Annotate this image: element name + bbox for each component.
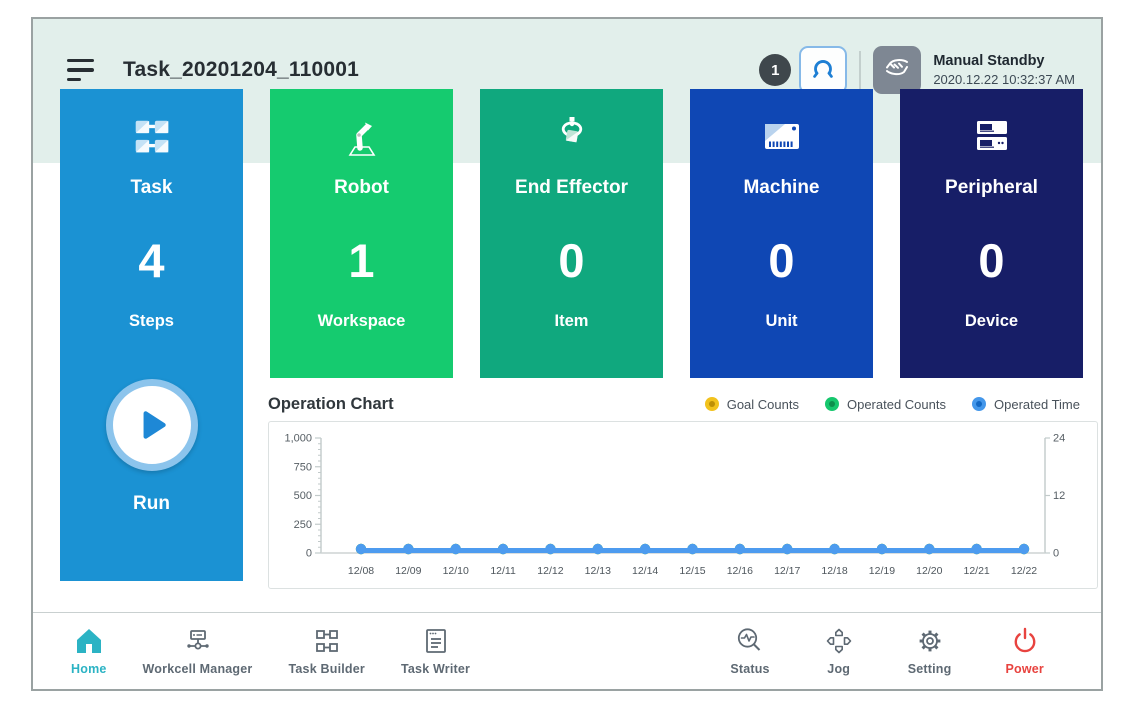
- card-count: 0: [978, 237, 1004, 284]
- card-title: Peripheral: [945, 177, 1038, 199]
- svg-text:12/10: 12/10: [443, 565, 469, 577]
- workcell-manager-icon: [183, 626, 213, 656]
- home-icon: [74, 626, 104, 656]
- gear-icon: [915, 626, 945, 656]
- svg-text:750: 750: [294, 461, 312, 473]
- svg-text:24: 24: [1053, 433, 1065, 445]
- card-unit: Workspace: [318, 312, 406, 331]
- nav-power[interactable]: Power: [1005, 626, 1044, 676]
- card-title: Robot: [334, 177, 389, 199]
- svg-text:12/15: 12/15: [679, 565, 705, 577]
- gripper-button[interactable]: [799, 46, 847, 94]
- svg-text:12/09: 12/09: [395, 565, 421, 577]
- card-task[interactable]: Task 4 Steps Run: [60, 89, 243, 581]
- card-unit: Device: [965, 312, 1018, 331]
- machine-icon: [757, 111, 807, 163]
- jog-dpad-icon: [824, 626, 854, 656]
- nav-workcell-manager[interactable]: Workcell Manager: [143, 626, 253, 676]
- run-label: Run: [133, 493, 170, 515]
- task-writer-icon: [421, 626, 451, 656]
- card-machine[interactable]: Machine 0 Unit: [690, 89, 873, 378]
- operated-counts-dot-icon: [825, 397, 839, 411]
- card-end-effector[interactable]: End Effector 0 Item: [480, 89, 663, 378]
- end-effector-gripper-icon: [547, 111, 597, 163]
- status-timestamp: 2020.12.22 10:32:37 AM: [933, 72, 1075, 88]
- svg-text:12/22: 12/22: [1011, 565, 1037, 577]
- notification-badge: 1: [759, 54, 791, 86]
- operation-chart-plot: 1,000 750 500 250 0 24 12 0 12/08 12/09 12/10 12/11…: [268, 421, 1098, 589]
- peripheral-server-icon: [967, 111, 1017, 163]
- svg-text:1,000: 1,000: [284, 433, 312, 445]
- run-button[interactable]: [106, 379, 198, 471]
- svg-text:500: 500: [294, 490, 312, 502]
- card-count: 0: [558, 237, 584, 284]
- legend-goal-counts: Goal Counts: [705, 397, 799, 412]
- card-unit: Unit: [765, 312, 797, 331]
- page-title: Task_20201204_110001: [123, 58, 359, 82]
- legend-operated-time: Operated Time: [972, 397, 1080, 412]
- card-unit: Steps: [129, 312, 174, 331]
- card-unit: Item: [555, 312, 589, 331]
- svg-text:12/16: 12/16: [727, 565, 753, 577]
- card-count: 4: [138, 237, 164, 284]
- gripper-icon: [808, 55, 838, 85]
- nav-status[interactable]: Status: [730, 626, 769, 676]
- task-steps-icon: [129, 111, 175, 163]
- power-icon: [1010, 626, 1040, 656]
- svg-text:0: 0: [1053, 548, 1059, 560]
- card-title: Task: [131, 177, 173, 199]
- nav-jog[interactable]: Jog: [824, 626, 854, 676]
- nav-task-builder[interactable]: Task Builder: [288, 626, 365, 676]
- app-window: Task_20201204_110001 1: [31, 17, 1103, 691]
- svg-text:0: 0: [306, 548, 312, 560]
- robot-arm-icon: [337, 111, 387, 163]
- goal-counts-dot-icon: [705, 397, 719, 411]
- operated-time-dot-icon: [972, 397, 986, 411]
- card-count: 0: [768, 237, 794, 284]
- chart-legend: Goal Counts Operated Counts Operated Tim…: [705, 397, 1080, 412]
- robot-mode-status: Manual Standby: [933, 52, 1075, 70]
- menu-button[interactable]: [67, 58, 97, 82]
- bottom-nav: Home Workcell Manager: [33, 612, 1101, 689]
- nav-home[interactable]: Home: [71, 626, 107, 676]
- header-divider: [859, 51, 861, 89]
- task-builder-icon: [312, 626, 342, 656]
- play-icon: [133, 406, 171, 444]
- legend-operated-counts: Operated Counts: [825, 397, 946, 412]
- svg-text:12/20: 12/20: [916, 565, 942, 577]
- svg-text:12/08: 12/08: [348, 565, 374, 577]
- hand-icon: [880, 54, 914, 86]
- svg-text:12/13: 12/13: [585, 565, 611, 577]
- svg-text:12/14: 12/14: [632, 565, 658, 577]
- svg-text:12/18: 12/18: [821, 565, 847, 577]
- manual-mode-button[interactable]: [873, 46, 921, 94]
- nav-setting[interactable]: Setting: [908, 626, 952, 676]
- chart-title: Operation Chart: [268, 395, 394, 414]
- card-robot[interactable]: Robot 1 Workspace: [270, 89, 453, 378]
- card-title: Machine: [743, 177, 819, 199]
- svg-text:12/11: 12/11: [490, 565, 516, 577]
- svg-text:12/17: 12/17: [774, 565, 800, 577]
- card-title: End Effector: [515, 177, 628, 199]
- card-peripheral[interactable]: Peripheral 0 Device: [900, 89, 1083, 378]
- svg-text:12/21: 12/21: [964, 565, 990, 577]
- status-pulse-icon: [735, 626, 765, 656]
- svg-text:12/12: 12/12: [537, 565, 563, 577]
- card-count: 1: [348, 237, 374, 284]
- svg-text:12: 12: [1053, 490, 1065, 502]
- svg-text:250: 250: [294, 519, 312, 531]
- svg-text:12/19: 12/19: [869, 565, 895, 577]
- nav-task-writer[interactable]: Task Writer: [401, 626, 470, 676]
